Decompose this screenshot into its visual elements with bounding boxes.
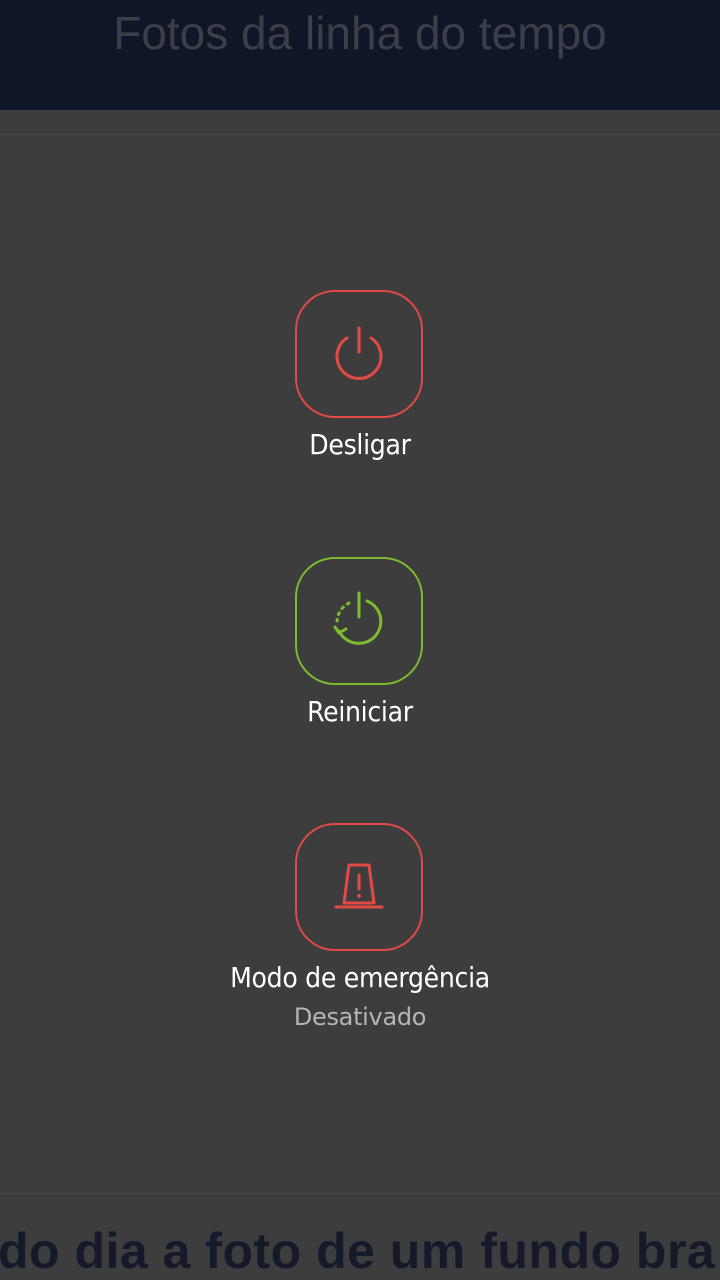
power-menu: Desligar Reiniciar Modo de emergência De… bbox=[0, 110, 720, 1195]
emergency-mode-button[interactable] bbox=[295, 823, 423, 951]
power-off-label: Desligar bbox=[309, 428, 411, 461]
emergency-mode-status: Desativado bbox=[293, 1003, 427, 1031]
power-icon bbox=[335, 326, 383, 380]
restart-label: Reiniciar bbox=[307, 695, 413, 728]
power-off-button[interactable] bbox=[295, 290, 423, 418]
background-app-text: do dia a foto de um fundo bra bbox=[0, 1223, 716, 1279]
background-app-header: Fotos da linha do tempo bbox=[0, 0, 720, 110]
restart-option[interactable]: Reiniciar bbox=[0, 557, 720, 737]
background-app-title: Fotos da linha do tempo bbox=[113, 7, 607, 59]
restart-icon bbox=[333, 591, 383, 645]
emergency-mode-option[interactable]: Modo de emergência Desativado bbox=[0, 823, 720, 1033]
restart-button[interactable] bbox=[295, 557, 423, 685]
emergency-mode-label: Modo de emergência bbox=[230, 961, 490, 994]
screen: Fotos da linha do tempo do dia a foto de… bbox=[0, 0, 720, 1280]
power-off-option[interactable]: Desligar bbox=[0, 290, 720, 470]
emergency-siren-icon bbox=[334, 863, 384, 909]
